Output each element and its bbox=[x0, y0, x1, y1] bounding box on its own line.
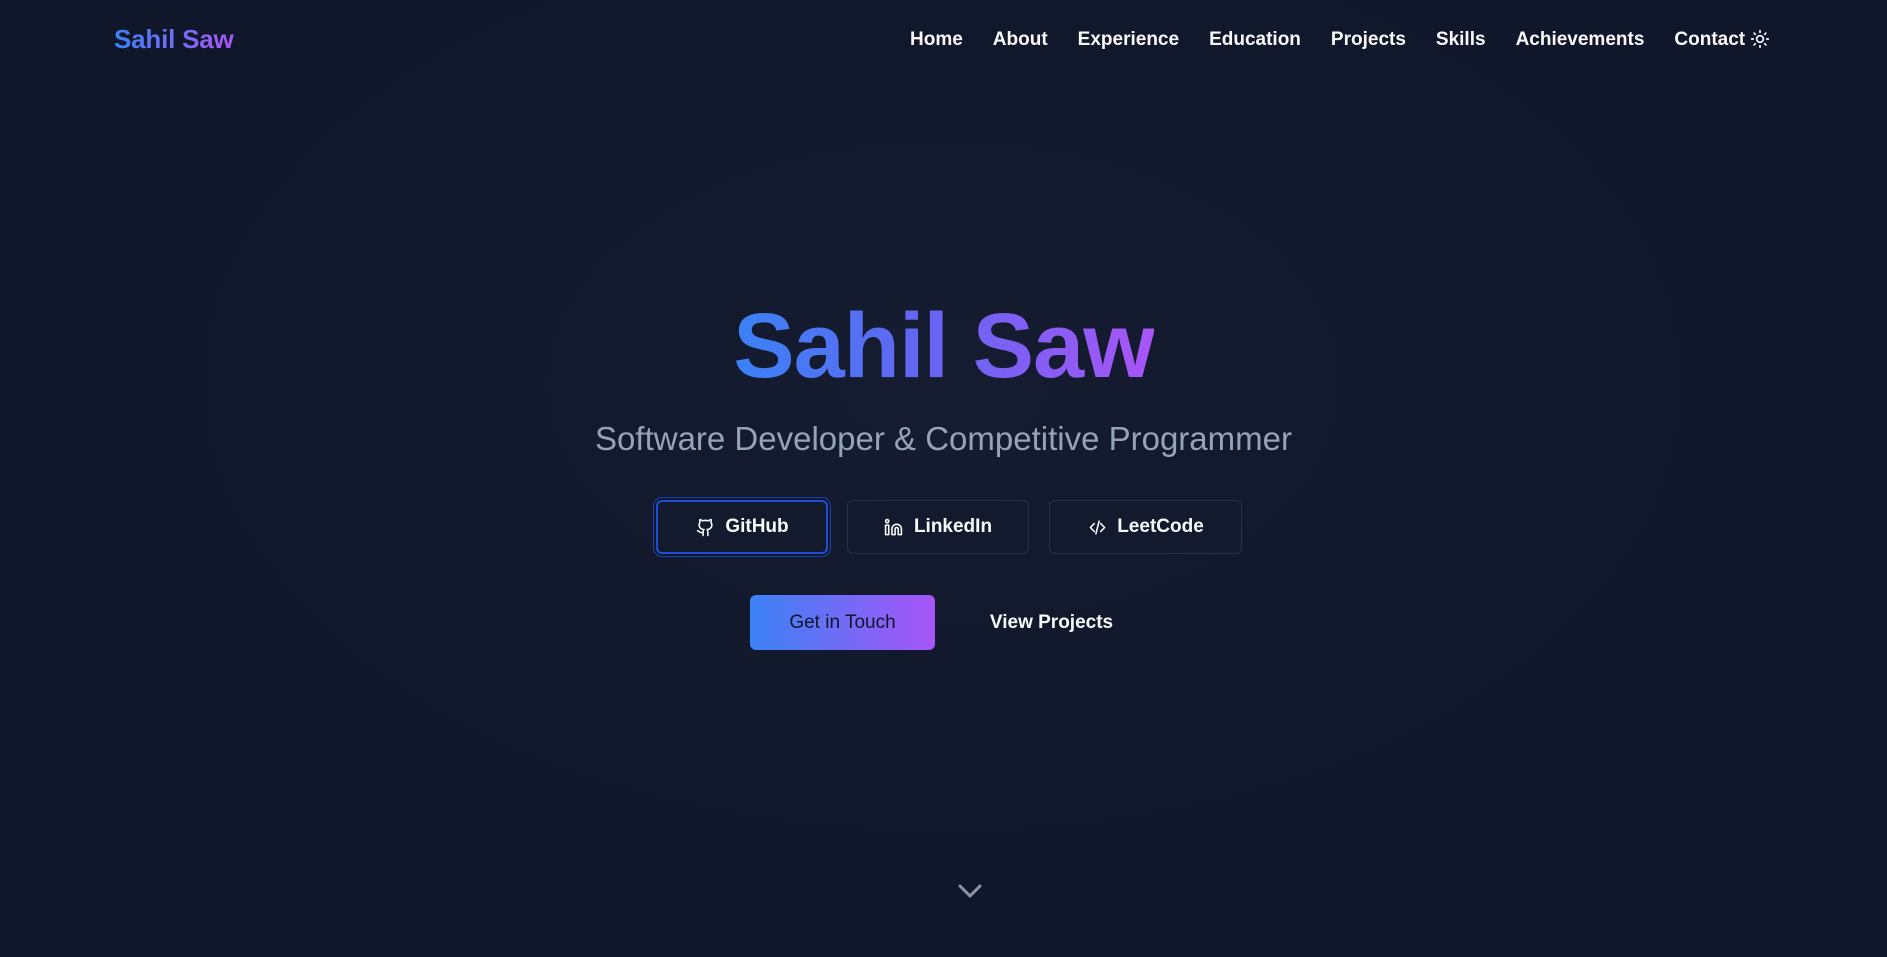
chevron-down-icon bbox=[958, 884, 982, 898]
linkedin-label: LinkedIn bbox=[913, 516, 993, 537]
social-links: GitHub LinkedIn LeetCode bbox=[0, 500, 1887, 556]
get-in-touch-button[interactable]: Get in Touch bbox=[750, 595, 935, 650]
hero-name: Sahil Saw bbox=[0, 300, 1887, 392]
hero-section: Sahil Saw Software Developer & Competiti… bbox=[0, 0, 1887, 957]
hero-name-text: Sahil Saw bbox=[733, 295, 1154, 397]
view-projects-button[interactable]: View Projects bbox=[970, 595, 1133, 650]
linkedin-icon bbox=[884, 517, 904, 537]
hero-subtitle: Software Developer & Competitive Program… bbox=[595, 420, 1292, 457]
github-icon bbox=[695, 517, 715, 537]
code-icon bbox=[1087, 517, 1107, 537]
linkedin-button[interactable]: LinkedIn bbox=[847, 500, 1029, 554]
github-label: GitHub bbox=[725, 516, 789, 537]
scroll-down-button[interactable] bbox=[956, 880, 984, 902]
page: Sahil Saw Home About Experience Educatio… bbox=[0, 0, 1887, 957]
leetcode-button[interactable]: LeetCode bbox=[1049, 500, 1242, 554]
github-button[interactable]: GitHub bbox=[656, 500, 828, 554]
leetcode-label: LeetCode bbox=[1117, 516, 1204, 537]
